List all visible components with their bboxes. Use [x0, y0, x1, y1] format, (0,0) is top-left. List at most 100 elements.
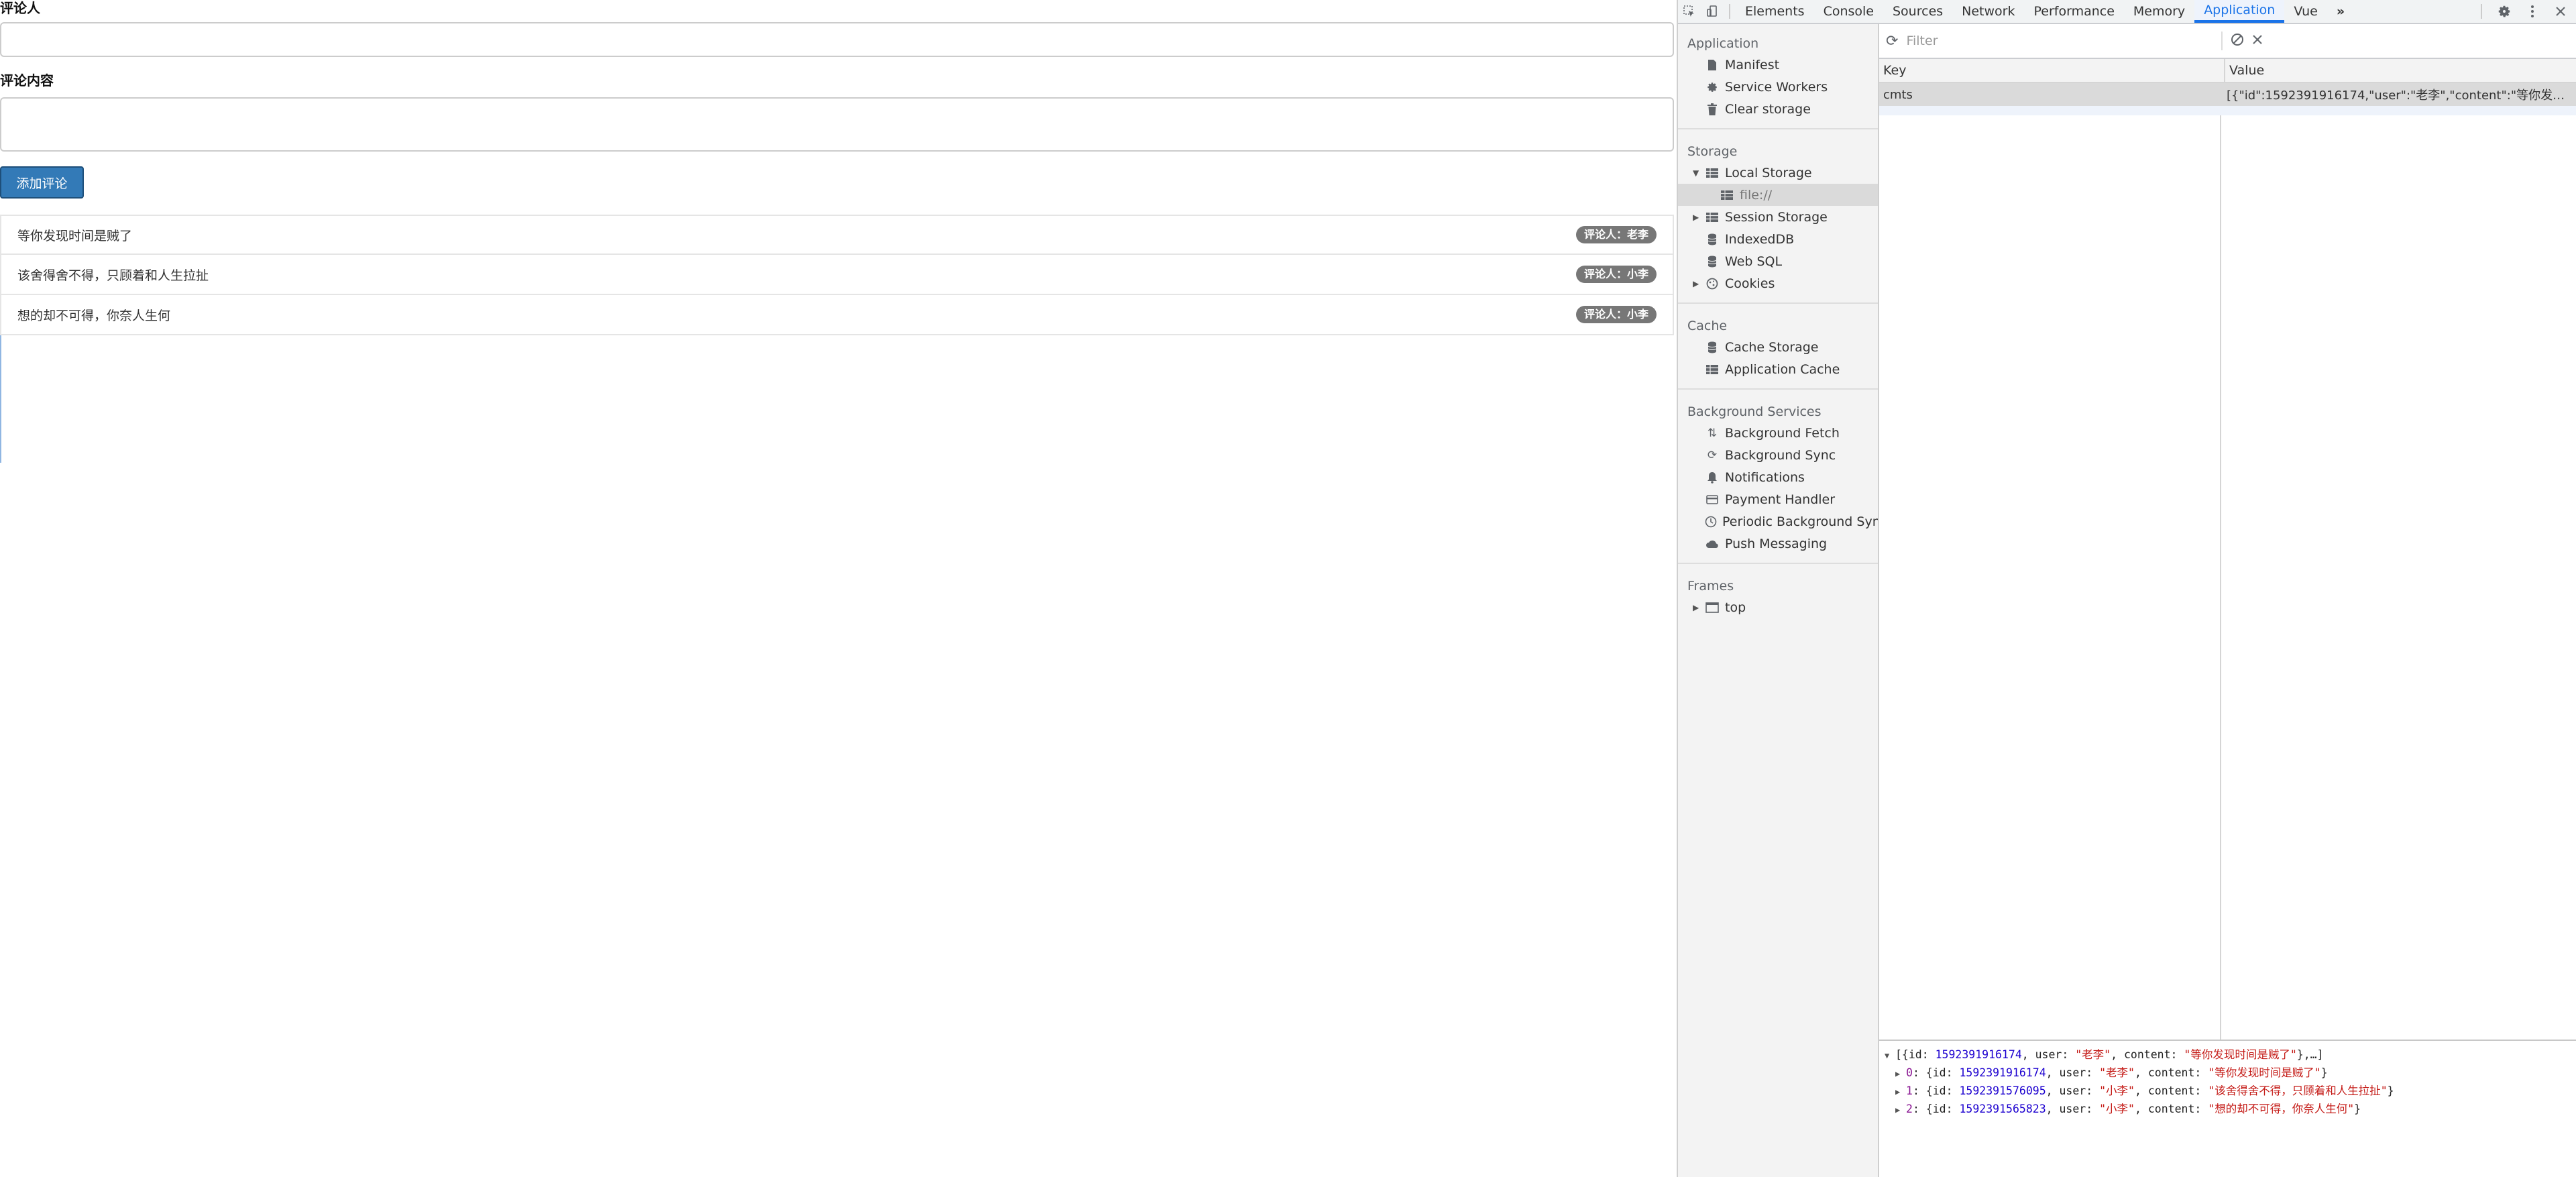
section-title: Background Services — [1687, 404, 1822, 419]
sidebar-item-notifications[interactable]: Notifications — [1678, 466, 1878, 488]
preview-entry[interactable]: ▶ 2: {id: 1592391565823, user: "小李", cont… — [1885, 1101, 2576, 1119]
sidebar-item-label: Application Cache — [1725, 361, 1840, 377]
close-icon[interactable] — [2549, 0, 2572, 23]
summary-user: "老李" — [2075, 1048, 2111, 1061]
sidebar-item-payment-handler[interactable]: Payment Handler — [1678, 488, 1878, 510]
comment-list: 等你发现时间是贼了 评论人：老李 该舍得舍不得，只顾着和人生拉扯 评论人：小李 … — [0, 215, 1674, 335]
sidebar-item-frame-top[interactable]: ▶ top — [1678, 596, 1878, 618]
sidebar-item-label: Web SQL — [1725, 254, 1783, 269]
sidebar-item-label: Notifications — [1725, 469, 1805, 485]
refresh-icon[interactable]: ⟳ — [1886, 33, 1898, 50]
tab-console[interactable]: Console — [1814, 0, 1883, 23]
tab-sources[interactable]: Sources — [1883, 0, 1952, 23]
table-row[interactable]: cmts [{"id":1592391916174,"user":"老李","c… — [1879, 83, 2576, 106]
tab-application[interactable]: Application — [2194, 0, 2285, 23]
sidebar-item-clear-storage[interactable]: Clear storage — [1678, 98, 1878, 120]
devtools-panel: Elements Console Sources Network Perform… — [1677, 0, 2576, 1177]
preview-entry[interactable]: ▶ 0: {id: 1592391916174, user: "老李", cont… — [1885, 1064, 2576, 1082]
sidebar-item-local-storage[interactable]: ▼ Local Storage — [1678, 162, 1878, 184]
grid-icon — [1705, 364, 1720, 374]
entry-user: "老李" — [2099, 1066, 2135, 1079]
tab-vue[interactable]: Vue — [2284, 0, 2327, 23]
device-toggle-icon[interactable] — [1701, 0, 1724, 23]
grid-icon — [1720, 190, 1734, 200]
collapsed-arrow-icon[interactable]: ▶ — [1895, 1084, 1906, 1101]
sidebar-section-frames: Frames ▶ top — [1678, 564, 1878, 626]
collapsed-arrow-icon[interactable]: ▶ — [1693, 279, 1702, 288]
sidebar-item-label: Cache Storage — [1725, 339, 1819, 355]
sidebar-item-application-cache[interactable]: Application Cache — [1678, 358, 1878, 380]
sidebar-section-storage: Storage ▼ Local Storage file:// ▶ Sessio… — [1678, 129, 1878, 304]
sidebar-item-background-fetch[interactable]: ⇅ Background Fetch — [1678, 422, 1878, 444]
sidebar-item-service-workers[interactable]: Service Workers — [1678, 76, 1878, 98]
sidebar-item-local-storage-file[interactable]: file:// — [1678, 184, 1878, 206]
clear-all-icon[interactable] — [2231, 33, 2244, 50]
table-row-empty[interactable] — [1879, 106, 2576, 115]
sidebar-item-label: Background Sync — [1725, 447, 1836, 463]
expanded-arrow-icon[interactable]: ▼ — [1693, 168, 1702, 178]
tab-network[interactable]: Network — [1952, 0, 2024, 23]
list-item: 想的却不可得，你奈人生何 评论人：小李 — [0, 295, 1674, 335]
gear-icon[interactable] — [2493, 0, 2516, 23]
tab-elements[interactable]: Elements — [1736, 0, 1814, 23]
frame-icon — [1705, 602, 1720, 613]
collapsed-arrow-icon[interactable]: ▶ — [1693, 213, 1702, 222]
sidebar-item-session-storage[interactable]: ▶ Session Storage — [1678, 206, 1878, 228]
commenter-input[interactable] — [0, 22, 1674, 57]
sidebar-section-background-services: Background Services ⇅ Background Fetch ⟳… — [1678, 390, 1878, 564]
database-icon — [1705, 233, 1720, 245]
column-header-key[interactable]: Key — [1879, 59, 2225, 82]
sidebar-item-push-messaging[interactable]: Push Messaging — [1678, 533, 1878, 555]
add-comment-button[interactable]: 添加评论 — [0, 166, 84, 199]
column-header-value[interactable]: Value — [2225, 59, 2576, 82]
summary-text: , user: — [2021, 1048, 2076, 1061]
summary-text: , content: — [2111, 1048, 2184, 1061]
sidebar-item-background-sync[interactable]: ⟳ Background Sync — [1678, 444, 1878, 466]
inspect-element-icon[interactable] — [1678, 0, 1701, 23]
expanded-arrow-icon[interactable]: ▼ — [1885, 1048, 1895, 1064]
up-down-arrows-icon: ⇅ — [1707, 426, 1718, 440]
comment-content: 等你发现时间是贼了 — [17, 228, 133, 243]
sidebar-item-label: Payment Handler — [1725, 492, 1836, 507]
more-options-icon[interactable] — [2521, 0, 2544, 23]
sidebar-item-label: Session Storage — [1725, 209, 1828, 225]
sidebar-item-cache-storage[interactable]: Cache Storage — [1678, 336, 1878, 358]
entry-index: 1 — [1906, 1084, 1913, 1097]
storage-table-header: Key Value — [1879, 59, 2576, 83]
sidebar-item-cookies[interactable]: ▶ Cookies — [1678, 272, 1878, 294]
comment-content: 想的却不可得，你奈人生何 — [17, 308, 171, 323]
preview-entry[interactable]: ▶ 1: {id: 1592391576095, user: "小李", cont… — [1885, 1082, 2576, 1101]
cookie-icon — [1705, 278, 1720, 290]
sidebar-item-websql[interactable]: Web SQL — [1678, 250, 1878, 272]
content-label: 评论内容 — [0, 72, 54, 89]
preview-summary-line[interactable]: ▼ [{id: 1592391916174, user: "老李", conten… — [1885, 1046, 2576, 1064]
sync-icon: ⟳ — [1707, 448, 1718, 462]
tab-memory[interactable]: Memory — [2124, 0, 2194, 23]
summary-id: 1592391916174 — [1935, 1048, 2022, 1061]
sidebar-item-manifest[interactable]: Manifest — [1678, 54, 1878, 76]
sidebar-item-label: Background Fetch — [1725, 425, 1840, 441]
collapsed-arrow-icon[interactable]: ▶ — [1895, 1066, 1906, 1082]
bell-icon — [1705, 471, 1720, 484]
value-preview: ▼ [{id: 1592391916174, user: "老李", conten… — [1879, 1041, 2576, 1119]
sidebar-item-periodic-background-sync[interactable]: Periodic Background Sync — [1678, 510, 1878, 533]
filter-input[interactable]: Filter — [1906, 32, 2223, 50]
collapsed-arrow-icon[interactable]: ▶ — [1895, 1102, 1906, 1119]
sidebar-item-indexeddb[interactable]: IndexedDB — [1678, 228, 1878, 250]
sidebar-item-label: Cookies — [1725, 276, 1775, 291]
trash-icon — [1705, 103, 1720, 115]
document-icon — [1705, 59, 1720, 71]
sidebar-item-label: Manifest — [1725, 57, 1780, 72]
sidebar-section-application: Application Manifest Service Workers Cle… — [1678, 24, 1878, 129]
more-tabs-button[interactable]: » — [2327, 0, 2354, 23]
delete-selected-icon[interactable] — [2252, 34, 2263, 48]
entry-index: 0 — [1906, 1066, 1913, 1079]
tab-performance[interactable]: Performance — [2025, 0, 2124, 23]
section-title: Frames — [1687, 579, 1734, 594]
storage-main-panel: ⟳ Filter Key Value cmts [{"id":159239191… — [1879, 24, 2576, 1177]
entry-content: "等你发现时间是贼了" — [2208, 1066, 2321, 1079]
list-item: 等你发现时间是贼了 评论人：老李 — [0, 215, 1674, 255]
content-textarea[interactable] — [0, 97, 1674, 152]
grid-icon — [1705, 212, 1720, 222]
collapsed-arrow-icon[interactable]: ▶ — [1693, 603, 1702, 612]
